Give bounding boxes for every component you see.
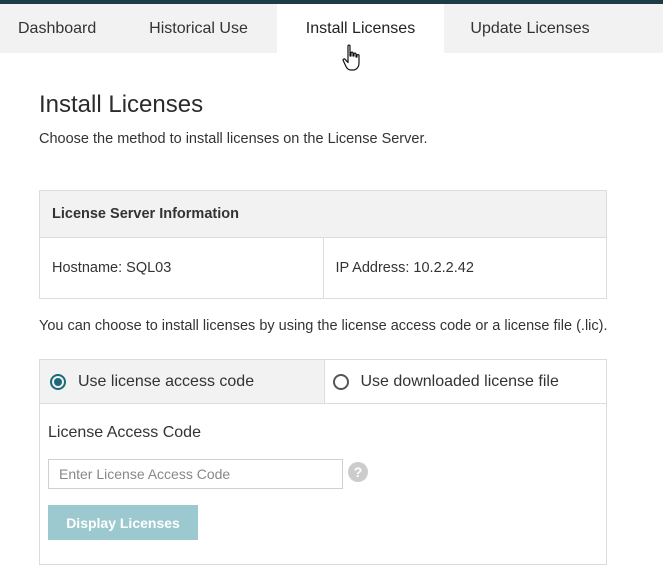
hostname-value: Hostname: SQL03 — [52, 260, 172, 276]
install-method-panel: Use license access code Use downloaded l… — [39, 359, 607, 565]
info-table-row: Hostname: SQL03 IP Address: 10.2.2.42 — [40, 238, 606, 298]
hand-pointer-icon — [342, 44, 360, 71]
radio-unselected-icon[interactable] — [332, 373, 349, 390]
option-label: Use license access code — [78, 372, 255, 390]
option-use-downloaded-license-file[interactable]: Use downloaded license file — [323, 360, 607, 403]
ip-address-value: IP Address: 10.2.2.42 — [322, 238, 607, 298]
license-access-code-label: License Access Code — [48, 424, 201, 441]
display-licenses-button[interactable]: Display Licenses — [48, 505, 198, 540]
page-title: Install Licenses — [39, 91, 204, 118]
option-use-license-access-code[interactable]: Use license access code — [40, 360, 324, 403]
license-access-code-input[interactable] — [48, 459, 343, 489]
method-options: Use license access code Use downloaded l… — [40, 360, 606, 404]
radio-selected-icon[interactable] — [50, 373, 66, 390]
tab-update-licenses[interactable]: Update Licenses — [444, 4, 616, 53]
option-label: Use downloaded license file — [360, 372, 559, 390]
page-subtitle: Choose the method to install licenses on… — [39, 131, 428, 147]
question-circle-icon[interactable]: ? — [348, 462, 368, 482]
license-server-info-table: License Server Information Hostname: SQL… — [39, 190, 607, 299]
tab-dashboard[interactable]: Dashboard — [0, 4, 120, 53]
page-header: Install Licenses Choose the method to in… — [39, 90, 619, 148]
info-table-header: License Server Information — [40, 191, 606, 238]
main-tabs: Dashboard Historical Use Install License… — [0, 4, 663, 53]
install-method-instructions: You can choose to install licenses by us… — [39, 318, 608, 334]
tab-historical-use[interactable]: Historical Use — [120, 4, 277, 53]
